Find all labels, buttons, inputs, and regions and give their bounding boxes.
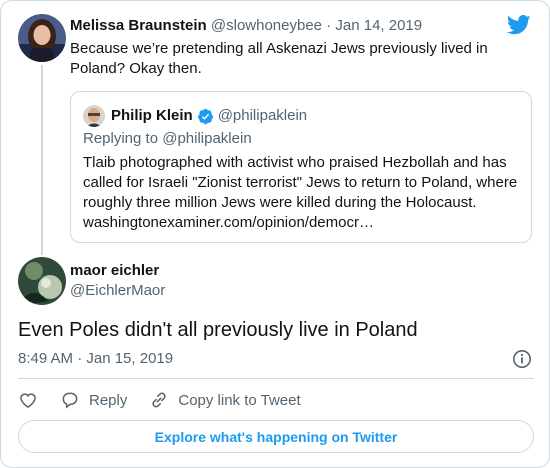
tweet-actions: Reply Copy link to Tweet (18, 389, 323, 411)
embedded-tweet-card: Melissa Braunstein @slowhoneybee · Jan 1… (0, 0, 550, 468)
action-divider (18, 378, 534, 379)
heart-icon (20, 393, 36, 408)
reply-bubble-icon (62, 392, 78, 409)
verified-badge-icon (197, 108, 213, 124)
quoted-header: Philip Klein @philipaklein (111, 106, 307, 126)
link-icon (152, 392, 166, 408)
info-icon[interactable] (512, 349, 532, 369)
twitter-bird-icon[interactable] (507, 15, 531, 35)
parent-author-handle[interactable]: @slowhoneybee (211, 17, 322, 34)
reply-label: Reply (89, 391, 128, 409)
explore-button[interactable]: Explore what's happening on Twitter (18, 420, 534, 453)
quoted-tweet-text: Tlaib photographed with activist who pra… (83, 154, 518, 211)
replying-to-label[interactable]: Replying to @philipaklein (83, 129, 252, 149)
parent-header: Melissa Braunstein @slowhoneybee · Jan 1… (70, 16, 422, 36)
main-tweet-text: Even Poles didn't all previously live in… (18, 319, 418, 341)
copy-link-label: Copy link to Tweet (178, 391, 301, 409)
like-button[interactable] (18, 390, 38, 410)
reply-button[interactable]: Reply (60, 390, 127, 410)
main-author-handle[interactable]: @EichlerMaor (70, 281, 165, 301)
parent-date[interactable]: Jan 14, 2019 (335, 17, 422, 34)
main-author-name[interactable]: maor eichler (70, 261, 159, 281)
parent-author-name[interactable]: Melissa Braunstein (70, 17, 207, 34)
parent-avatar[interactable] (18, 14, 66, 62)
quoted-tweet-body: Tlaib photographed with activist who pra… (83, 153, 523, 233)
quoted-author-handle[interactable]: @philipaklein (218, 106, 307, 126)
parent-tweet-text: Because we’re pretending all Askenazi Je… (70, 40, 488, 77)
quoted-avatar[interactable] (83, 105, 105, 127)
separator-dot: · (326, 17, 332, 34)
main-author-avatar[interactable] (18, 257, 66, 305)
tweet-timestamp[interactable]: 8:49 AM · Jan 15, 2019 (18, 349, 173, 369)
copy-link-button[interactable]: Copy link to Tweet (149, 390, 301, 410)
quoted-tweet-link[interactable]: washingtonexaminer.com/opinion/democr… (83, 214, 374, 231)
thread-connector-line (41, 65, 43, 255)
quoted-author-name[interactable]: Philip Klein (111, 106, 193, 126)
quoted-tweet[interactable]: Philip Klein @philipaklein Replying to @… (70, 91, 532, 243)
